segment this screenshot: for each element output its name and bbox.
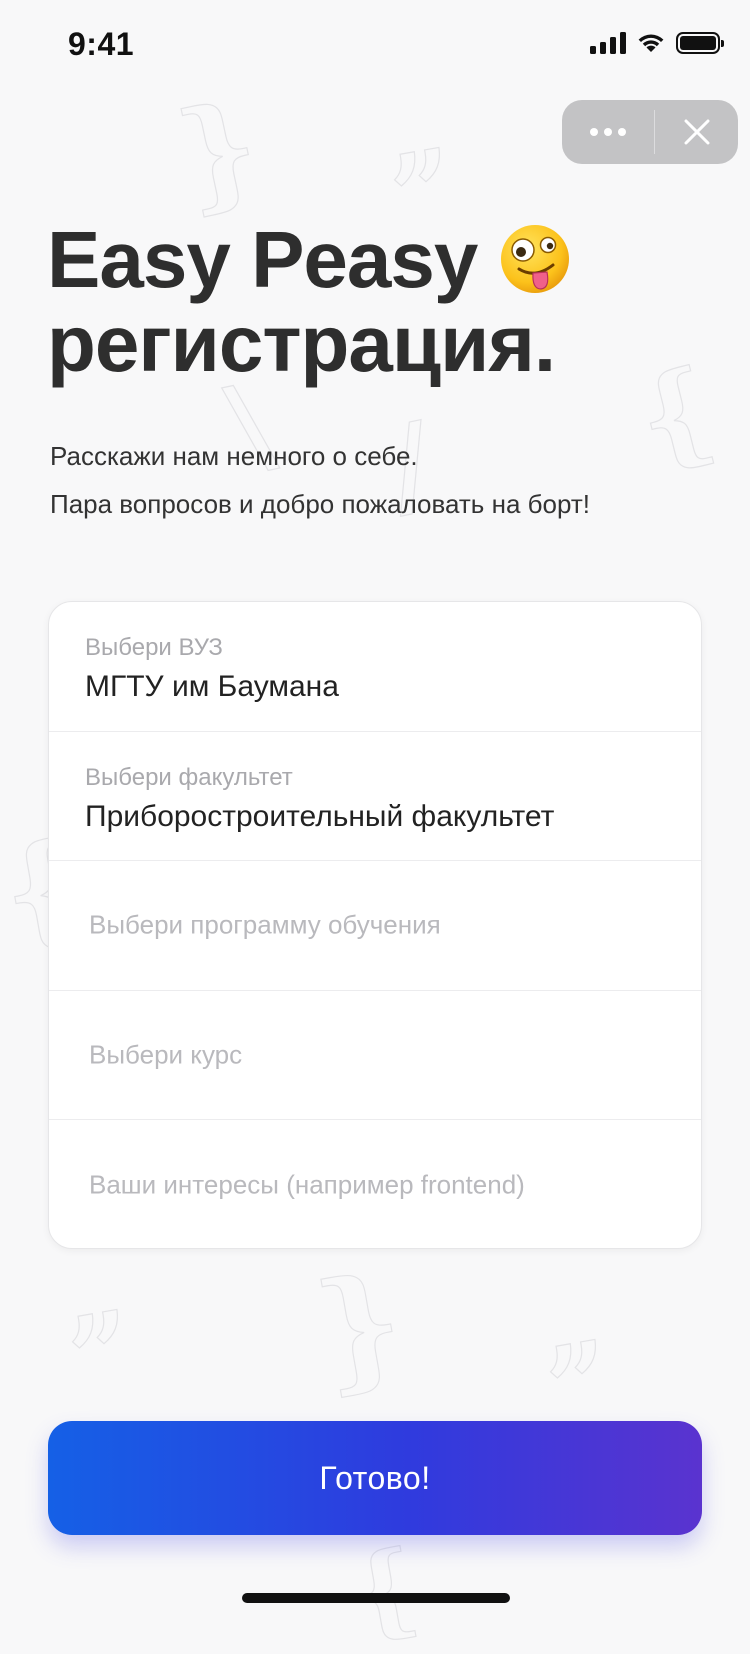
- interests-placeholder: Ваши интересы (например frontend): [89, 1169, 525, 1200]
- faculty-label: Выбери факультет: [85, 763, 293, 791]
- program-placeholder: Выбери программу обучения: [89, 909, 441, 940]
- wifi-icon: [638, 34, 664, 52]
- home-indicator: [242, 1593, 510, 1603]
- background-brace-decoration: }: [305, 1243, 415, 1410]
- background-brace-decoration: }: [165, 74, 271, 229]
- registration-form: Выбери ВУЗ МГТУ им Баумана Выбери факуль…: [48, 601, 702, 1249]
- more-button[interactable]: [562, 100, 654, 164]
- zany-face-emoji-icon: [501, 224, 570, 293]
- subtitle-line-1: Расскажи нам немного о себе.: [50, 441, 418, 471]
- more-dots-icon: [590, 128, 598, 136]
- background-brace-decoration: {: [342, 1526, 427, 1654]
- title-line-2: регистрация.: [47, 299, 556, 388]
- page-title: Easy Peasy регистрация.: [47, 218, 571, 386]
- app-capsule: [562, 100, 738, 164]
- status-bar: 9:41: [0, 0, 750, 92]
- status-time: 9:41: [68, 26, 135, 62]
- title-line-1: Easy Peasy: [47, 218, 571, 302]
- subtitle-line-2: Пара вопросов и добро пожаловать на борт…: [50, 489, 590, 519]
- university-select[interactable]: Выбери ВУЗ МГТУ им Баумана: [49, 602, 701, 732]
- interests-input[interactable]: Ваши интересы (например frontend): [49, 1120, 701, 1248]
- close-button[interactable]: [655, 100, 738, 164]
- program-select[interactable]: Выбери программу обучения: [49, 861, 701, 991]
- background-brace-decoration: {: [625, 343, 726, 486]
- course-placeholder: Выбери курс: [89, 1039, 243, 1070]
- university-value: МГТУ им Баумана: [85, 670, 339, 703]
- background-quote-decoration: ”: [59, 1285, 145, 1424]
- cellular-signal-icon: [590, 32, 626, 54]
- university-label: Выбери ВУЗ: [85, 634, 223, 661]
- battery-icon: [676, 32, 724, 54]
- course-select[interactable]: Выбери курс: [49, 991, 701, 1121]
- subtitle: Расскажи нам немного о себе. Пара вопрос…: [50, 432, 590, 528]
- faculty-select[interactable]: Выбери факультет Приборостроительный фак…: [49, 732, 701, 862]
- status-icons: [590, 32, 724, 54]
- close-icon: [684, 119, 709, 145]
- faculty-value: Приборостроительный факультет: [85, 799, 555, 833]
- submit-button[interactable]: Готово!: [48, 1421, 702, 1535]
- title-text: Easy Peasy: [47, 215, 478, 304]
